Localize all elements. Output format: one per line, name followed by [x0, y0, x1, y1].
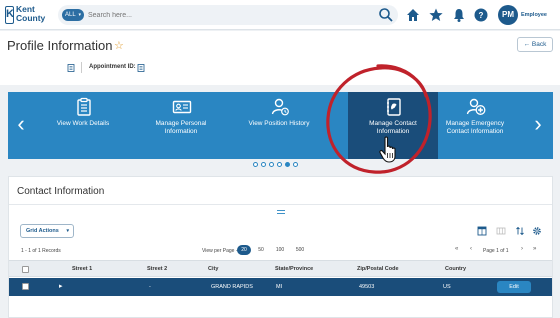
user-history-icon [271, 98, 289, 116]
column-header-country[interactable]: Country [445, 266, 466, 272]
tile-label: View Work Details [56, 120, 110, 127]
user-role-label: Employee [521, 12, 547, 18]
carousel-dot-active[interactable] [285, 162, 290, 167]
search-input[interactable] [88, 8, 368, 22]
grid-actions-label: Grid Actions [26, 228, 59, 234]
cell-street2: - [149, 284, 151, 290]
table-row[interactable]: ▸ - GRAND RAPIDS MI 49503 US Edit [9, 278, 552, 296]
page-size-option[interactable]: 500 [293, 245, 307, 255]
tile-view-work-details[interactable]: View Work Details [38, 92, 128, 159]
page-size-option[interactable]: 50 [254, 245, 268, 255]
tile-label: View Position History [248, 120, 310, 127]
favorite-star-icon[interactable]: ☆ [114, 39, 124, 52]
prev-page-icon[interactable]: ‹ [470, 246, 472, 252]
divider [81, 62, 82, 73]
tile-label: Manage Personal Information [155, 120, 207, 135]
record-count: 1 - 1 of 1 Records [21, 248, 61, 254]
tile-label: Manage Emergency Contact Information [445, 120, 505, 135]
next-page-icon[interactable]: › [521, 246, 523, 252]
tile-manage-contact-information[interactable]: Manage Contact Information [348, 92, 438, 163]
home-icon[interactable] [405, 7, 421, 23]
first-page-icon[interactable]: « [455, 246, 458, 252]
select-all-checkbox[interactable] [22, 266, 29, 273]
id-card-icon [172, 100, 192, 114]
page-size-option[interactable]: 100 [273, 245, 287, 255]
expand-row-icon[interactable]: ▸ [59, 282, 63, 290]
columns-icon[interactable] [496, 226, 506, 236]
pagination-bar: 1 - 1 of 1 Records View per Page - 20 50… [9, 244, 552, 258]
kent-county-logo[interactable]: K Kent County [5, 4, 49, 26]
view-per-page-label: View per Page - [202, 248, 238, 254]
section-title: Contact Information [17, 186, 105, 197]
column-header-city[interactable]: City [208, 266, 218, 272]
carousel-dot[interactable] [277, 162, 282, 167]
tile-label: Manage Contact Information [369, 120, 417, 135]
clipboard-icon [77, 97, 91, 116]
column-header-zip[interactable]: Zip/Postal Code [357, 266, 399, 272]
star-favorites-icon[interactable] [428, 7, 444, 23]
carousel-next-chevron-right-icon[interactable]: › [531, 110, 545, 138]
last-page-icon[interactable]: » [533, 246, 536, 252]
logo-text-line2: County [16, 13, 46, 23]
row-checkbox[interactable] [22, 283, 29, 290]
global-search: ALL ▾ [58, 5, 398, 25]
chevron-down-icon: ▾ [66, 228, 69, 234]
settings-gear-icon[interactable] [532, 226, 542, 236]
search-scope-label: ALL [65, 12, 76, 18]
grid-actions-button[interactable]: Grid Actions ▾ [20, 224, 74, 238]
tile-view-position-history[interactable]: View Position History [234, 92, 324, 159]
edit-button[interactable]: Edit [497, 281, 531, 293]
search-scope-select[interactable]: ALL ▾ [62, 9, 84, 21]
carousel-prev-chevron-left-icon[interactable]: ‹ [14, 110, 28, 138]
column-header-street1[interactable]: Street 1 [72, 266, 92, 272]
carousel-dot[interactable] [293, 162, 298, 167]
page-size-option[interactable]: 20 [237, 245, 251, 255]
back-button-label: Back [531, 41, 547, 48]
sort-icon[interactable] [515, 226, 525, 236]
drag-handle-icon[interactable] [276, 209, 286, 215]
svg-text:?: ? [479, 11, 484, 20]
back-button[interactable]: ← Back [517, 37, 553, 52]
profile-header: Profile Information ☆ ← Back Appointment… [0, 31, 560, 85]
cell-state: MI [276, 284, 283, 290]
contact-book-icon [387, 98, 401, 116]
bell-icon[interactable] [451, 7, 467, 23]
hand-pointer-cursor-icon [379, 136, 396, 163]
help-icon[interactable]: ? [473, 7, 489, 23]
document-icon[interactable] [67, 64, 75, 72]
logo-letter: K [5, 6, 14, 24]
divider [9, 204, 552, 205]
tile-manage-personal-information[interactable]: Manage Personal Information [136, 92, 226, 159]
appointment-id-label: Appointment ID: [89, 64, 136, 70]
table-header: Street 1 Street 2 City State/Province Zi… [9, 260, 552, 277]
tile-manage-emergency-contact-information[interactable]: Manage Emergency Contact Information [430, 92, 520, 159]
page-title: Profile Information [7, 38, 113, 53]
chevron-down-icon: ▾ [78, 12, 81, 18]
column-header-street2[interactable]: Street 2 [147, 266, 167, 272]
appointment-document-icon[interactable] [137, 64, 145, 72]
contact-information-panel: Contact Information Grid Actions ▾ 1 - 1… [8, 176, 553, 318]
column-header-state[interactable]: State/Province [275, 266, 313, 272]
carousel-dot[interactable] [253, 162, 258, 167]
cell-country: US [443, 284, 451, 290]
emergency-contact-icon [466, 98, 486, 115]
carousel-dot[interactable] [261, 162, 266, 167]
cell-zip: 49503 [359, 284, 375, 290]
profile-actions-carousel: ‹ View Work Details Manage Personal Info… [8, 92, 553, 163]
cell-city: GRAND RAPIDS [211, 284, 253, 290]
avatar[interactable]: PM [498, 5, 518, 25]
carousel-dot[interactable] [269, 162, 274, 167]
search-icon[interactable] [378, 7, 394, 23]
top-navbar: K Kent County ALL ▾ ? PM Employee [0, 0, 560, 30]
export-table-icon[interactable] [477, 226, 487, 236]
page-indicator: Page 1 of 1 [483, 248, 509, 254]
